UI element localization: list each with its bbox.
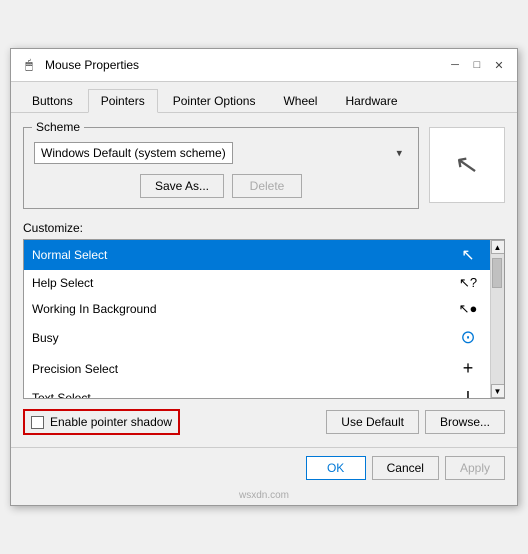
list-item-name: Help Select: [32, 276, 93, 290]
list-item[interactable]: Text Select I: [24, 384, 490, 398]
scheme-group: Scheme Windows Default (system scheme) S…: [23, 127, 419, 209]
titlebar: 🖱 Mouse Properties ─ □ ✕: [11, 49, 517, 82]
customize-label: Customize:: [23, 221, 505, 235]
scheme-select[interactable]: Windows Default (system scheme): [34, 142, 233, 164]
bottom-row: Enable pointer shadow Use Default Browse…: [23, 409, 505, 435]
main-content: Scheme Windows Default (system scheme) S…: [11, 113, 517, 447]
scrollbar: ▲ ▼: [490, 240, 504, 398]
scheme-buttons: Save As... Delete: [34, 174, 408, 198]
normal-select-icon: ↖: [454, 245, 482, 265]
tab-buttons[interactable]: Buttons: [19, 89, 86, 113]
mouse-properties-dialog: 🖱 Mouse Properties ─ □ ✕ Buttons Pointer…: [10, 48, 518, 506]
list-item-name: Working In Background: [32, 302, 157, 316]
cancel-button[interactable]: Cancel: [372, 456, 439, 480]
scheme-legend: Scheme: [32, 120, 84, 134]
customize-list: Normal Select ↖ Help Select ↖? Working I…: [23, 239, 505, 399]
text-select-icon: I: [454, 389, 482, 398]
tab-pointer-options[interactable]: Pointer Options: [160, 89, 269, 113]
list-item[interactable]: Normal Select ↖: [24, 240, 490, 270]
tab-pointers[interactable]: Pointers: [88, 89, 158, 113]
list-item-name: Busy: [32, 331, 59, 345]
list-item[interactable]: Busy ⊙: [24, 322, 490, 353]
titlebar-controls: ─ □ ✕: [445, 55, 509, 75]
scroll-down-button[interactable]: ▼: [491, 384, 505, 398]
list-items: Normal Select ↖ Help Select ↖? Working I…: [24, 240, 490, 398]
delete-button[interactable]: Delete: [232, 174, 302, 198]
enable-shadow-text: Enable pointer shadow: [50, 415, 172, 429]
tab-wheel[interactable]: Wheel: [270, 89, 330, 113]
watermark: wsxdn.com: [11, 488, 517, 505]
window-icon: 🖱: [21, 57, 37, 73]
tab-hardware[interactable]: Hardware: [332, 89, 410, 113]
close-button[interactable]: ✕: [489, 55, 509, 75]
list-item[interactable]: Precision Select +: [24, 353, 490, 384]
save-as-button[interactable]: Save As...: [140, 174, 224, 198]
scrollbar-track: [491, 254, 504, 384]
busy-icon: ⊙: [454, 327, 482, 348]
help-select-icon: ↖?: [454, 275, 482, 291]
titlebar-left: 🖱 Mouse Properties: [21, 57, 139, 73]
minimize-button[interactable]: ─: [445, 55, 465, 75]
list-item[interactable]: Help Select ↖?: [24, 270, 490, 296]
enable-shadow-checkbox[interactable]: [31, 416, 44, 429]
scroll-up-button[interactable]: ▲: [491, 240, 505, 254]
top-section: Scheme Windows Default (system scheme) S…: [23, 127, 505, 221]
scheme-dropdown-wrapper: Windows Default (system scheme): [34, 142, 408, 164]
ok-button[interactable]: OK: [306, 456, 366, 480]
use-default-button[interactable]: Use Default: [326, 410, 419, 434]
list-item-name: Precision Select: [32, 362, 118, 376]
working-background-icon: ↖●: [454, 301, 482, 317]
dialog-footer: OK Cancel Apply: [11, 447, 517, 488]
window-title: Mouse Properties: [45, 58, 139, 72]
cursor-preview: ↖: [429, 127, 505, 203]
list-item-name: Normal Select: [32, 248, 107, 262]
list-item[interactable]: Working In Background ↖●: [24, 296, 490, 322]
list-item-name: Text Select: [32, 391, 91, 398]
bottom-action-buttons: Use Default Browse...: [326, 410, 505, 434]
enable-shadow-label[interactable]: Enable pointer shadow: [23, 409, 180, 435]
scrollbar-thumb[interactable]: [492, 258, 502, 288]
apply-button[interactable]: Apply: [445, 456, 505, 480]
maximize-button[interactable]: □: [467, 55, 487, 75]
tab-bar: Buttons Pointers Pointer Options Wheel H…: [11, 82, 517, 113]
precision-select-icon: +: [454, 358, 482, 379]
browse-button[interactable]: Browse...: [425, 410, 505, 434]
scheme-dropdown-row: Windows Default (system scheme): [34, 142, 408, 164]
cursor-arrow-icon: ↖: [453, 149, 481, 181]
